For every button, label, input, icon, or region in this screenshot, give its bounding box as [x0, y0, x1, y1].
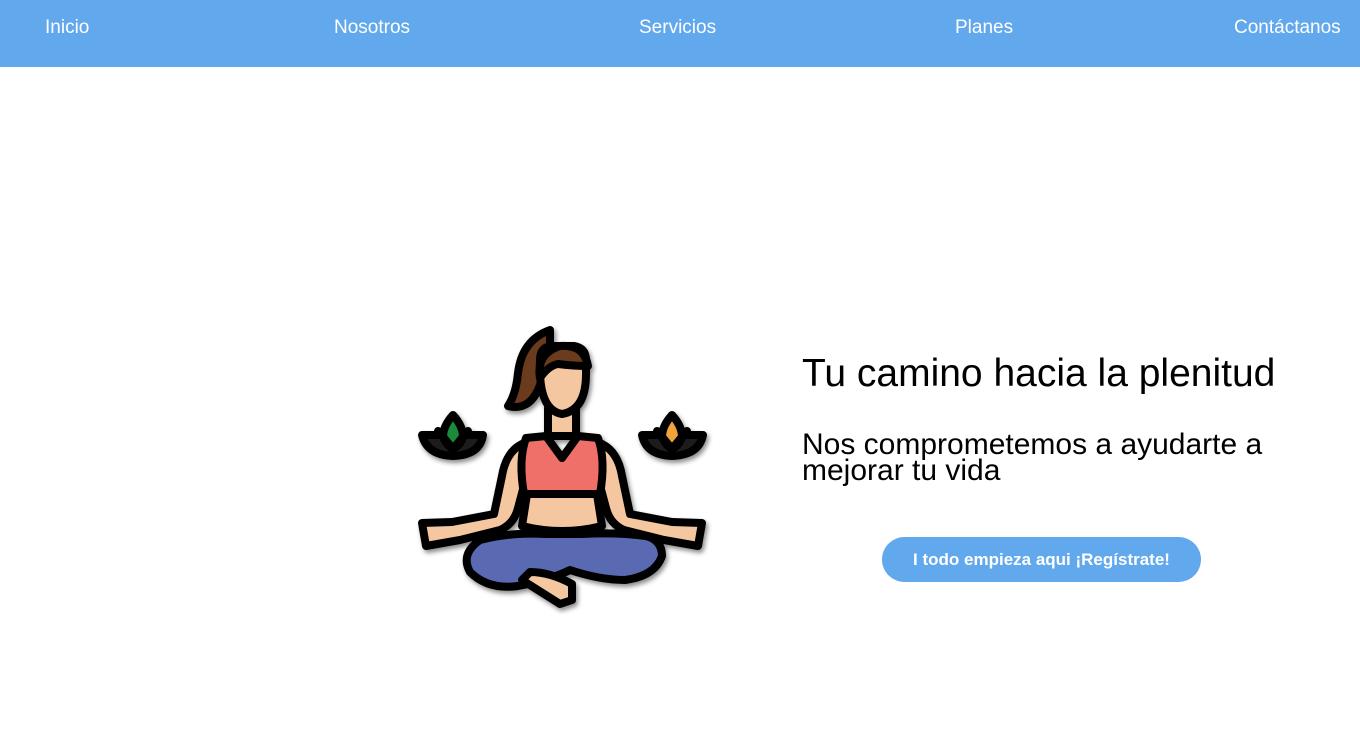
nav-link-contactanos[interactable]: Contáctanos [1234, 17, 1341, 39]
nav-link-nosotros[interactable]: Nosotros [334, 17, 410, 39]
hero-subtitle: Nos comprometemos a ayudarte a mejorar t… [802, 428, 1263, 487]
register-cta-button[interactable]: I todo empieza aqui ¡Regístrate! [882, 537, 1201, 582]
hero-title: Tu camino hacia la plenitud [802, 352, 1276, 395]
nav-link-inicio[interactable]: Inicio [45, 17, 89, 39]
top-navigation-bar: Inicio Nosotros Servicios Planes Contáct… [0, 0, 1360, 67]
nav-link-planes[interactable]: Planes [955, 17, 1013, 39]
nav-link-servicios[interactable]: Servicios [639, 17, 716, 39]
meditating-woman-yoga-icon [410, 318, 715, 618]
